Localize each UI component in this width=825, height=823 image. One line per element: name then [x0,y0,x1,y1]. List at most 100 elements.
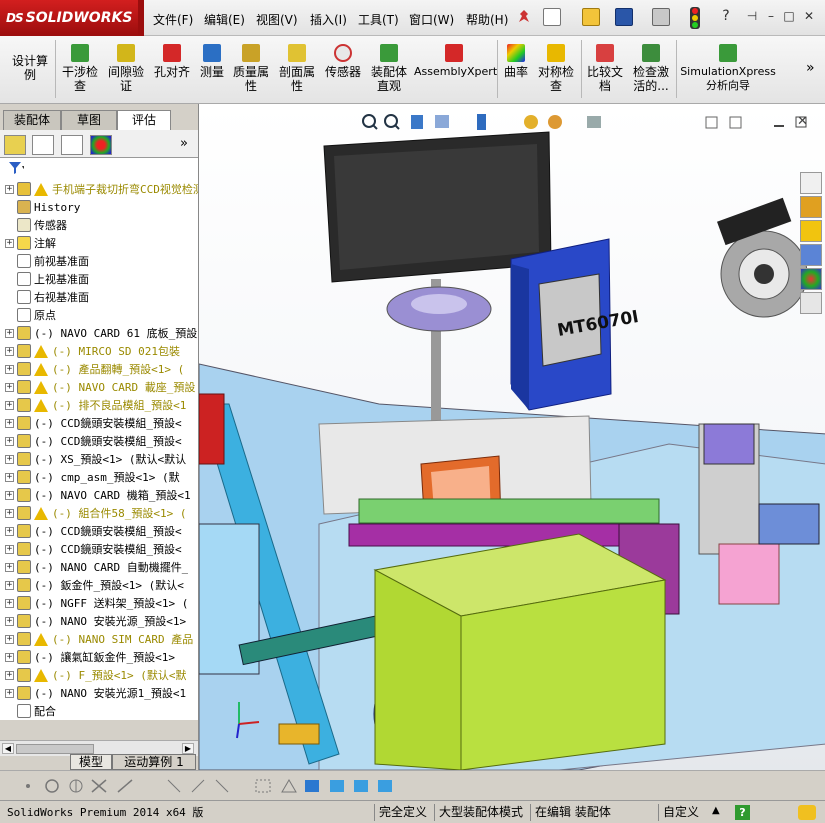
tab-sketch[interactable]: 草图 [61,110,117,130]
tree-item[interactable]: + (-) XS_預設<1> (默认<默认 [0,450,198,468]
status-units[interactable]: 自定义 [658,804,703,821]
design-library-icon[interactable] [800,196,822,218]
tree-item[interactable]: + (-) NAVO CARD 機箱_預設<1 [0,486,198,504]
ribbon-interference-check[interactable]: 干涉检 查 [58,38,102,102]
tree-item[interactable]: + (-) MIRCO SD 021包裝 [0,342,198,360]
menu-help[interactable]: 帮助(H) [466,11,508,28]
ribbon-section-properties[interactable]: 剖面属 性 [276,38,318,102]
expand-toggle-icon[interactable]: + [5,346,14,356]
menu-tools[interactable]: 工具(T) [358,11,399,28]
expand-toggle-icon[interactable]: + [5,184,14,194]
pin-toolbar-icon[interactable]: ⊣ [744,9,760,23]
menu-insert[interactable]: 插入(I) [310,11,347,28]
tree-item[interactable]: + (-) CCD鏡頭安裝模組_預設< [0,522,198,540]
expand-toggle-icon[interactable]: + [5,364,14,374]
ribbon-measure[interactable]: 测量 [196,38,228,102]
ribbon-clearance-verification[interactable]: 间隙验 证 [104,38,148,102]
expand-toggle-icon[interactable]: + [5,652,14,662]
graphics-area[interactable]: ✕ MT6070I [198,104,825,770]
new-document-icon[interactable] [543,8,561,26]
ribbon-symmetry-check[interactable]: 对称检 查 [534,38,578,102]
expand-toggle-icon[interactable]: + [5,670,14,680]
tree-item[interactable]: + (-) 組合件58_預設<1> ( [0,504,198,522]
traffic-light-icon[interactable] [690,7,700,29]
tree-item[interactable]: + (-) NANO CARD 自動機擺件_ [0,558,198,576]
custom-properties-icon[interactable] [800,292,822,314]
tree-item[interactable]: 前视基准面 [0,252,198,270]
ribbon-design-study[interactable]: 设计算 例 [6,38,54,102]
tree-item[interactable]: 传感器 [0,216,198,234]
menu-window[interactable]: 窗口(W) [409,11,454,28]
expand-toggle-icon[interactable]: + [5,238,14,248]
expand-toggle-icon[interactable]: + [5,454,14,464]
solidworks-logo[interactable]: DS SOLIDWORKS [0,0,138,36]
tree-item[interactable]: + (-) 產品翻轉_預設<1> ( [0,360,198,378]
units-caret-icon[interactable]: ▲ [712,805,720,816]
tree-item[interactable]: History [0,198,198,216]
scroll-left-arrow-icon[interactable]: ◀ [2,743,14,754]
tree-item[interactable]: + (-) NAVO CARD 載座_預設 [0,378,198,396]
menu-file[interactable]: 文件(F) [153,11,193,28]
tab-motion-study[interactable]: 运动算例 1 [112,754,196,770]
rebuild-icon[interactable] [798,805,816,820]
expand-toggle-icon[interactable]: + [5,688,14,698]
tree-item[interactable]: + (-) NANO SIM CARD 產品 [0,630,198,648]
help-status-icon[interactable]: ? [735,805,750,820]
featuremanager-tree-icon[interactable] [4,135,26,155]
tree-item[interactable]: 右视基准面 [0,288,198,306]
tree-item[interactable]: + (-) CCD鏡頭安裝模組_預設< [0,432,198,450]
ribbon-assemblyxpert[interactable]: AssemblyXpert [414,38,497,102]
tree-item[interactable]: + (-) NAVO CARD 61 底板_預設 [0,324,198,342]
menu-edit[interactable]: 编辑(E) [204,11,245,28]
displaymanager-icon[interactable] [90,135,112,155]
maximize-button[interactable]: □ [781,9,797,23]
sketch-tools[interactable] [20,777,420,797]
tree-item[interactable]: + (-) NANO 安裝光源1_預設<1 [0,684,198,702]
expand-toggle-icon[interactable]: + [5,382,14,392]
expand-toggle-icon[interactable]: + [5,490,14,500]
tree-item[interactable]: + (-) NANO 安裝光源_預設<1> [0,612,198,630]
help-icon[interactable]: ? [718,9,734,23]
expand-toggle-icon[interactable]: + [5,544,14,554]
tree-item[interactable]: + (-) 鈑金件_預設<1> (默认< [0,576,198,594]
scroll-thumb[interactable] [16,744,94,754]
ribbon-hole-alignment[interactable]: 孔对齐 [150,38,194,102]
ribbon-compare-documents[interactable]: 比较文 档 [584,38,626,102]
ribbon-sensor[interactable]: 传感器 [321,38,365,102]
configurationmanager-icon[interactable] [61,135,83,155]
close-button[interactable]: ✕ [801,9,817,23]
ribbon-mass-properties[interactable]: 质量属 性 [230,38,272,102]
expand-toggle-icon[interactable]: + [5,508,14,518]
tree-item[interactable]: + (-) CCD鏡頭安裝模組_預設< [0,540,198,558]
tree-item[interactable]: + (-) F_預設<1> (默认<默 [0,666,198,684]
filter-icon[interactable] [8,161,25,178]
minimize-button[interactable]: – [763,9,779,23]
view-palette-icon[interactable] [800,244,822,266]
tree-item[interactable]: 原点 [0,306,198,324]
ribbon-curvature[interactable]: 曲率 [500,38,532,102]
tree-item[interactable]: + (-) 排不良品模組_預設<1 [0,396,198,414]
ribbon-check-active[interactable]: 检查激 活的... [628,38,674,102]
expand-toggle-icon[interactable]: + [5,526,14,536]
print-icon[interactable] [652,8,670,26]
tab-model[interactable]: 模型 [70,754,112,770]
tree-item[interactable]: 配合 [0,702,198,720]
expand-toggle-icon[interactable]: + [5,598,14,608]
pin-icon[interactable] [515,8,533,26]
expand-toggle-icon[interactable]: + [5,616,14,626]
expand-toggle-icon[interactable]: + [5,634,14,644]
expand-toggle-icon[interactable]: + [5,580,14,590]
open-folder-icon[interactable] [582,8,600,26]
panel-overflow-chevron-icon[interactable]: » [180,136,188,151]
tree-item[interactable]: + (-) NGFF 送料架_預設<1> ( [0,594,198,612]
ribbon-assembly-visualization[interactable]: 装配体 直观 [367,38,411,102]
tree-item[interactable]: + (-) cmp_asm_預設<1> (默 [0,468,198,486]
expand-toggle-icon[interactable]: + [5,328,14,338]
expand-toggle-icon[interactable]: + [5,400,14,410]
save-icon[interactable] [615,8,633,26]
tree-item[interactable]: 上视基准面 [0,270,198,288]
expand-toggle-icon[interactable]: + [5,418,14,428]
ribbon-simulationxpress[interactable]: SimulationXpress 分析向导 [680,38,776,102]
file-explorer-icon[interactable] [800,220,822,242]
tab-assembly[interactable]: 装配体 [3,110,61,130]
